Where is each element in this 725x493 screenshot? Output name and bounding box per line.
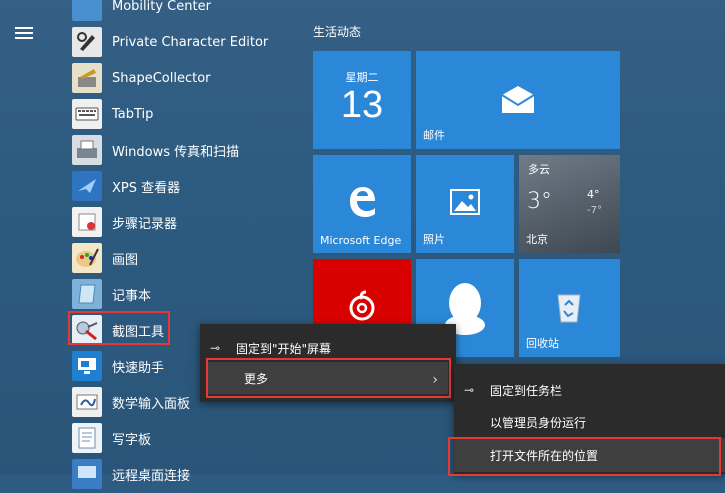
app-label: TabTip bbox=[112, 106, 154, 122]
menu-item-label: 打开文件所在的位置 bbox=[490, 448, 599, 463]
submenu-item-run-as-admin[interactable]: 以管理员身份运行 bbox=[454, 404, 725, 440]
app-label: 步骤记录器 bbox=[112, 216, 178, 232]
submenu-item-open-file-location[interactable]: 打开文件所在的位置 bbox=[454, 438, 725, 472]
remote-desktop-icon bbox=[72, 459, 102, 489]
submenu: ⊸ 固定到任务栏 以管理员身份运行 打开文件所在的位置 bbox=[454, 364, 725, 474]
hamburger-icon[interactable] bbox=[15, 27, 33, 39]
app-item-fax-scan[interactable]: Windows 传真和扫描 bbox=[72, 132, 287, 168]
app-label: 截图工具 bbox=[112, 324, 165, 340]
app-label: 快速助手 bbox=[112, 360, 165, 376]
weather-city: 北京 bbox=[526, 233, 548, 246]
menu-item-label: 更多 bbox=[244, 371, 269, 386]
app-item-wordpad[interactable]: 写字板 bbox=[72, 420, 287, 456]
menu-item-label: 以管理员身份运行 bbox=[490, 415, 587, 430]
mail-icon bbox=[501, 86, 535, 113]
app-item-steps-recorder[interactable]: 步骤记录器 bbox=[72, 204, 287, 240]
app-item-tabtip[interactable]: TabTip bbox=[72, 96, 287, 132]
menu-item-label: 固定到"开始"屏幕 bbox=[236, 341, 332, 356]
weather-temp: 3° bbox=[527, 189, 552, 214]
menu-item-label: 固定到任务栏 bbox=[490, 383, 563, 398]
netease-music-icon bbox=[349, 290, 375, 321]
edge-label: Microsoft Edge bbox=[320, 234, 402, 247]
app-label: 数学输入面板 bbox=[112, 396, 191, 412]
private-character-editor-icon bbox=[72, 27, 102, 57]
math-input-icon bbox=[72, 387, 102, 417]
xps-viewer-icon bbox=[72, 171, 102, 201]
app-label: Windows 传真和扫描 bbox=[112, 144, 240, 160]
edge-tile[interactable]: Microsoft Edge bbox=[313, 155, 411, 253]
photos-tile[interactable]: 照片 bbox=[416, 155, 514, 253]
snipping-tool-icon bbox=[72, 315, 102, 345]
weather-tile[interactable]: 多云 3° 4° -7° 北京 bbox=[519, 155, 620, 253]
weather-condition: 多云 bbox=[528, 163, 550, 176]
app-item-notepad[interactable]: 记事本 bbox=[72, 276, 287, 312]
app-label: XPS 查看器 bbox=[112, 180, 181, 196]
shape-collector-icon bbox=[72, 63, 102, 93]
keyboard-icon bbox=[72, 99, 102, 129]
calendar-day: 13 bbox=[340, 84, 384, 126]
mail-label: 邮件 bbox=[423, 129, 445, 142]
app-item-paint[interactable]: 画图 bbox=[72, 240, 287, 276]
weather-high: 4° bbox=[587, 188, 600, 201]
notepad-icon bbox=[72, 279, 102, 309]
app-label: 画图 bbox=[112, 252, 139, 268]
photos-icon bbox=[450, 189, 480, 215]
photos-label: 照片 bbox=[423, 233, 445, 246]
mail-tile[interactable]: 邮件 bbox=[416, 51, 620, 149]
mobility-center-icon bbox=[72, 0, 102, 21]
app-list: Mobility Center Private Character Editor… bbox=[72, 0, 287, 492]
edge-icon bbox=[350, 187, 375, 217]
app-item-mobility-center[interactable]: Mobility Center bbox=[72, 0, 287, 24]
tiles-section-title: 生活动态 bbox=[313, 25, 362, 39]
steps-recorder-icon bbox=[72, 207, 102, 237]
app-item-shape-collector[interactable]: ShapeCollector bbox=[72, 60, 287, 96]
fax-scan-icon bbox=[72, 135, 102, 165]
pin-icon: ⊸ bbox=[209, 341, 221, 355]
submenu-item-pin-to-taskbar[interactable]: ⊸ 固定到任务栏 bbox=[454, 372, 725, 408]
recycle-bin-label: 回收站 bbox=[526, 337, 559, 350]
quick-assist-icon bbox=[72, 351, 102, 381]
app-label: Private Character Editor bbox=[112, 34, 269, 50]
context-menu: ⊸ 固定到"开始"屏幕 更多 › bbox=[200, 324, 456, 402]
app-item-remote-desktop[interactable]: 远程桌面连接 bbox=[72, 456, 287, 492]
app-item-xps-viewer[interactable]: XPS 查看器 bbox=[72, 168, 287, 204]
calendar-tile[interactable]: 星期二 13 bbox=[313, 51, 411, 149]
app-label: 记事本 bbox=[112, 288, 152, 304]
app-label: 远程桌面连接 bbox=[112, 468, 191, 484]
app-item-private-character-editor[interactable]: Private Character Editor bbox=[72, 24, 287, 60]
pin-icon: ⊸ bbox=[463, 383, 475, 397]
menu-item-pin-to-start[interactable]: ⊸ 固定到"开始"屏幕 bbox=[200, 330, 456, 366]
weather-low: -7° bbox=[587, 205, 602, 216]
menu-item-more[interactable]: 更多 › bbox=[208, 362, 448, 394]
recycle-bin-tile[interactable]: 回收站 bbox=[519, 259, 620, 357]
app-label: ShapeCollector bbox=[112, 70, 211, 86]
app-label: Mobility Center bbox=[112, 0, 211, 14]
chevron-right-icon: › bbox=[432, 372, 438, 388]
calendar-weekday: 星期二 bbox=[345, 71, 379, 84]
app-label: 写字板 bbox=[112, 432, 152, 448]
recycle-bin-icon bbox=[557, 294, 581, 323]
paint-icon bbox=[72, 243, 102, 273]
wordpad-icon bbox=[72, 423, 102, 453]
